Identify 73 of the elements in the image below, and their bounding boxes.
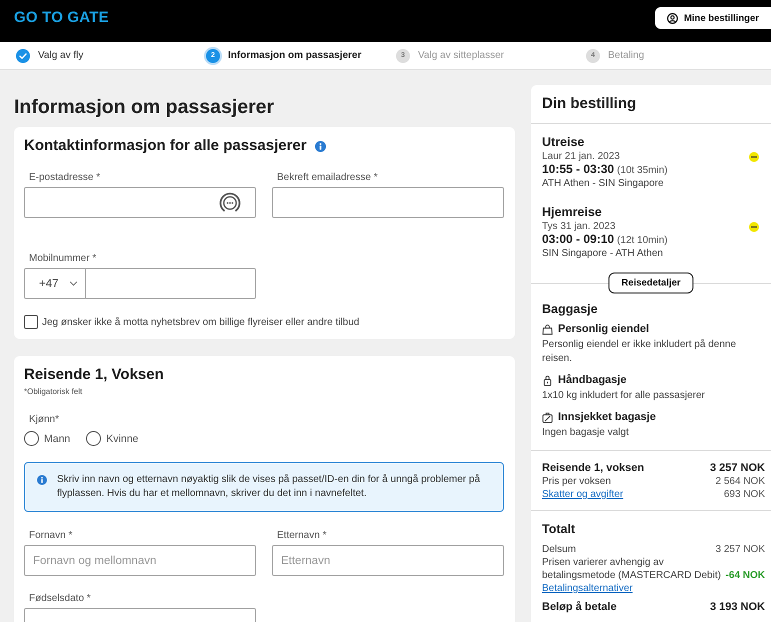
field-label: Etternavn *: [277, 529, 326, 542]
section-title: Kontaktinformasjon for alle passasjerer: [24, 136, 307, 156]
checkbox[interactable]: [24, 315, 38, 329]
trip-times: 03:00 - 09:10: [542, 233, 614, 246]
logo[interactable]: GO TO GATE: [14, 9, 109, 27]
trip-date: Tys 31 jan. 2023: [542, 220, 616, 233]
trip-route: SIN Singapore - ATH Athen: [542, 247, 663, 260]
checkbox-label: Jeg ønsker ikke å motta nyhetsbrev om billige flyreiser eller andre tilbud: [42, 316, 360, 328]
price-label: Beløp å betale: [542, 600, 617, 614]
step-label: Informasjon om passasjerer: [228, 50, 362, 61]
trip-title: Hjemreise: [542, 204, 602, 220]
radio-button[interactable]: [24, 431, 39, 446]
step-label: Valg av sitteplasser: [418, 50, 504, 61]
price-link[interactable]: Betalingsalternativer: [542, 582, 633, 595]
input-field[interactable]: [272, 187, 504, 218]
section-title: Totalt: [542, 521, 576, 538]
baggage-description: 1x10 kg inkludert for alle passasjerer: [542, 389, 706, 403]
dots-circle-icon: [219, 192, 241, 214]
baggage-description: Ingen bagasje valgt: [542, 426, 630, 440]
info-icon: [314, 140, 326, 152]
price-amount: 693 NOK: [724, 488, 765, 501]
country-code-select[interactable]: +47: [24, 268, 86, 299]
input-field[interactable]: Fornavn og mellomnavn: [24, 545, 256, 576]
trip-date: Laur 21 jan. 2023: [542, 150, 620, 163]
input-field[interactable]: [86, 268, 256, 299]
user-icon: [667, 12, 678, 24]
price-amount: 3 257 NOK: [710, 462, 765, 475]
required-note: *Obligatorisk felt: [24, 387, 82, 397]
suitcase-icon: [542, 412, 553, 422]
baggage-item-title: Personlig eiendel: [558, 322, 650, 336]
baggage-item-title: Håndbagasje: [558, 373, 626, 387]
baggage-item-title: Innsjekket bagasje: [558, 410, 656, 424]
price-amount: 2 564 NOK: [716, 475, 765, 488]
input-field[interactable]: Etternavn: [272, 545, 504, 576]
my-bookings-button[interactable]: Mine bestillinger: [655, 7, 771, 29]
lock-icon: [542, 374, 553, 386]
section-title: Reisende 1, Voksen: [24, 365, 164, 385]
price-label: Prisen varierer avhengig av betalingsmetode (MASTERCARD Debit): [542, 556, 722, 582]
field-label: Kjønn*: [29, 413, 60, 426]
section-title: Baggasje: [542, 301, 598, 318]
step-label: Valg av fly: [38, 50, 84, 61]
field-label: Fornavn *: [29, 529, 72, 542]
input-field[interactable]: [24, 187, 256, 218]
radio-button[interactable]: [86, 431, 102, 446]
radio-label: Kvinne: [106, 432, 138, 444]
chevron-down-icon: [68, 281, 78, 286]
panel-title: Din bestilling: [542, 94, 636, 114]
notice-text: Skriv inn navn og etternavn nøyaktig slik de vises på passet/ID-en din for å unngå problemer på flyplassen. Hvis du har et mellomnavn, skriver du det inn i navnefeltet.: [57, 473, 482, 501]
info-icon: [37, 475, 47, 485]
details-button[interactable]: Reisedetaljer: [608, 272, 694, 294]
trip-duration: (12t 10min): [617, 234, 668, 247]
bag-icon: [542, 324, 553, 334]
trip-title: Utreise: [542, 134, 584, 150]
trip-times: 10:55 - 03:30: [542, 163, 614, 176]
field-label: E-postadresse *: [29, 171, 100, 184]
price-label: Reisende 1, voksen: [542, 462, 644, 475]
field-label: Fødselsdato *: [29, 592, 91, 605]
trip-route: ATH Athen - SIN Singapore: [542, 177, 664, 190]
radio-label: Mann: [44, 432, 70, 444]
baggage-description: Personlig eiendel er ikke inkludert på denne reisen.: [542, 338, 738, 366]
field-label: Bekreft emailadresse *: [277, 171, 378, 184]
airline-logo-icon: [749, 222, 759, 232]
page-title: Informasjon om passasjerer: [14, 95, 274, 120]
field-label: Mobilnummer *: [29, 252, 96, 265]
price-amount: 3 257 NOK: [716, 543, 765, 556]
step-label: Betaling: [608, 50, 644, 61]
price-label: Pris per voksen: [542, 475, 611, 488]
airline-logo-icon: [749, 152, 759, 162]
price-amount: -64 NOK: [726, 569, 765, 582]
price-link[interactable]: Skatter og avgifter: [542, 488, 624, 501]
price-amount: 3 193 NOK: [710, 600, 765, 614]
price-label: Delsum: [542, 543, 576, 556]
trip-duration: (10t 35min): [617, 164, 668, 177]
